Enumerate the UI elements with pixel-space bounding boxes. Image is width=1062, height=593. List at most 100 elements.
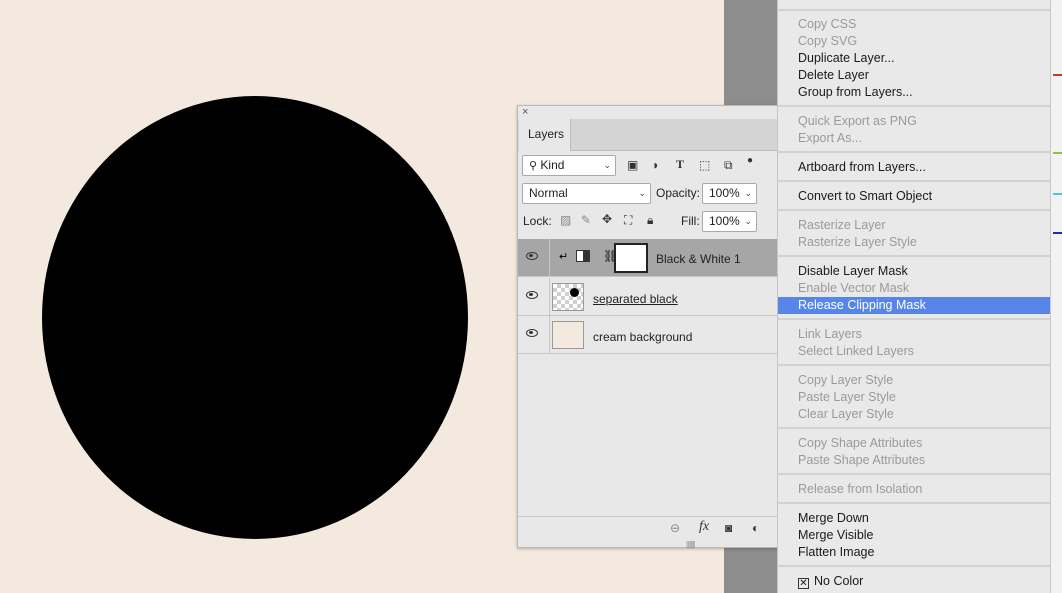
menu-item-flatten-image[interactable]: Flatten Image: [778, 544, 1050, 561]
menu-item-duplicate-layer[interactable]: Duplicate Layer...: [778, 50, 1050, 67]
menu-item-merge-down[interactable]: Merge Down: [778, 510, 1050, 527]
shape-filter-icon[interactable]: ⬚: [699, 158, 710, 172]
chevron-down-icon: ⌄: [638, 188, 646, 198]
lock-all-icon[interactable]: 🔒︎: [647, 213, 653, 227]
chevron-down-icon: ⌄: [744, 216, 752, 226]
menu-separator: [778, 9, 1050, 11]
menu-item-artboard-from-layers[interactable]: Artboard from Layers...: [778, 159, 1050, 176]
menu-separator: [778, 427, 1050, 429]
menu-item-copy-layer-style[interactable]: Copy Layer Style: [778, 372, 1050, 389]
layer-thumbnail[interactable]: [552, 321, 584, 349]
red-swatch-mark: [1053, 74, 1062, 76]
layer-mask-thumbnail[interactable]: [614, 243, 648, 273]
lock-position-icon[interactable]: ✥: [602, 212, 612, 226]
menu-item-merge-visible[interactable]: Merge Visible: [778, 527, 1050, 544]
menu-item-link-layers[interactable]: Link Layers: [778, 326, 1050, 343]
link-layers-icon[interactable]: ⊖: [670, 521, 680, 535]
adjustment-layer-icon: [576, 250, 590, 262]
layer-thumbnail[interactable]: [552, 283, 584, 311]
layer-filter-select[interactable]: ⚲ Kind ⌄: [522, 155, 616, 176]
new-adjustment-icon[interactable]: ◐: [752, 521, 759, 535]
menu-item-no-color[interactable]: ✕ No Color: [778, 573, 1050, 590]
menu-separator: [778, 209, 1050, 211]
menu-item-paste-layer-style[interactable]: Paste Layer Style: [778, 389, 1050, 406]
menu-item-release-clipping-mask[interactable]: Release Clipping Mask: [778, 297, 1050, 314]
tab-layers[interactable]: Layers: [519, 119, 571, 151]
no-color-x-icon: ✕: [798, 578, 809, 589]
add-mask-icon[interactable]: ◙: [725, 521, 732, 535]
green-swatch-mark: [1053, 152, 1062, 154]
menu-separator: [778, 151, 1050, 153]
fill-field[interactable]: 100% ⌄: [702, 211, 757, 232]
menu-item-copy-css[interactable]: Copy CSS: [778, 16, 1050, 33]
menu-item-paste-shape-attributes[interactable]: Paste Shape Attributes: [778, 452, 1050, 469]
menu-item-clear-layer-style[interactable]: Clear Layer Style: [778, 406, 1050, 423]
menu-item-label: No Color: [814, 574, 864, 588]
menu-item-copy-shape-attributes[interactable]: Copy Shape Attributes: [778, 435, 1050, 452]
menu-item-delete-layer[interactable]: Delete Layer: [778, 67, 1050, 84]
type-filter-icon[interactable]: T: [676, 157, 684, 171]
menu-separator: [778, 473, 1050, 475]
layer-name[interactable]: cream background: [593, 330, 692, 344]
menu-item-enable-vector-mask[interactable]: Enable Vector Mask: [778, 280, 1050, 297]
eye-column-divider: [549, 239, 550, 276]
adjustment-filter-icon[interactable]: ◑: [651, 158, 658, 172]
blend-mode-select[interactable]: Normal ⌄: [522, 183, 651, 204]
menu-item-rasterize-layer-style[interactable]: Rasterize Layer Style: [778, 234, 1050, 251]
menu-separator: [778, 180, 1050, 182]
search-icon: ⚲: [529, 160, 538, 172]
fill-label: Fill:: [681, 214, 700, 228]
eye-column-divider: [549, 316, 550, 353]
context-menu: Copy CSS Copy SVG Duplicate Layer... Del…: [777, 0, 1050, 593]
filter-toggle-icon[interactable]: ●: [747, 154, 753, 168]
menu-item-convert-smart-object[interactable]: Convert to Smart Object: [778, 188, 1050, 205]
menu-separator: [778, 502, 1050, 504]
menu-item-group-from-layers[interactable]: Group from Layers...: [778, 84, 1050, 101]
menu-item-disable-layer-mask[interactable]: Disable Layer Mask: [778, 263, 1050, 280]
black-dot-thumbnail: [570, 288, 579, 297]
layers-panel-footer: ⊖ fx ◙ ◐: [518, 516, 778, 539]
fx-icon[interactable]: fx: [699, 519, 709, 535]
clipping-arrow-icon: ↵: [559, 251, 569, 263]
menu-separator: [778, 364, 1050, 366]
menu-separator: [778, 105, 1050, 107]
smart-object-filter-icon[interactable]: ⧉: [724, 158, 733, 172]
layer-row-black-white[interactable]: ↵ ⛓︎ Black & White 1: [518, 239, 779, 277]
opacity-field[interactable]: 100% ⌄: [702, 183, 757, 204]
lock-label: Lock:: [523, 214, 552, 228]
menu-separator: [778, 318, 1050, 320]
chevron-down-icon: ⌄: [744, 188, 752, 198]
menu-item-copy-svg[interactable]: Copy SVG: [778, 33, 1050, 50]
right-panel-strip: [1050, 0, 1062, 593]
layer-name[interactable]: Black & White 1: [656, 252, 741, 266]
visibility-eye-icon[interactable]: [526, 329, 538, 337]
chevron-down-icon: ⌄: [603, 160, 611, 170]
menu-item-quick-export-png[interactable]: Quick Export as PNG: [778, 113, 1050, 130]
menu-item-select-linked-layers[interactable]: Select Linked Layers: [778, 343, 1050, 360]
lock-artboard-icon[interactable]: ⛶: [624, 213, 632, 227]
opacity-value: 100%: [709, 186, 740, 200]
lock-transparency-icon[interactable]: ▨: [560, 213, 571, 227]
layers-panel: × Layers ⚲ Kind ⌄ ▣ ◑ T ⬚ ⧉ ● Normal ⌄ O…: [517, 105, 779, 549]
visibility-eye-icon[interactable]: [526, 252, 538, 260]
filter-kind-label: Kind: [540, 158, 565, 172]
menu-item-rasterize-layer[interactable]: Rasterize Layer: [778, 217, 1050, 234]
opacity-label: Opacity:: [656, 186, 701, 200]
close-icon[interactable]: ×: [522, 106, 528, 118]
image-filter-icon[interactable]: ▣: [627, 158, 638, 172]
layer-name[interactable]: separated black: [593, 292, 678, 306]
lock-pixels-icon[interactable]: ✎: [581, 213, 591, 227]
layer-row-separated-black[interactable]: separated black: [518, 278, 779, 316]
cyan-swatch-mark: [1053, 193, 1062, 195]
menu-item-export-as[interactable]: Export As...: [778, 130, 1050, 147]
menu-item-release-from-isolation[interactable]: Release from Isolation: [778, 481, 1050, 498]
visibility-eye-icon[interactable]: [526, 291, 538, 299]
menu-separator: [778, 565, 1050, 567]
menu-separator: [778, 255, 1050, 257]
black-circle-shape: [42, 96, 468, 539]
blend-mode-value: Normal: [529, 186, 568, 200]
layer-row-cream-background[interactable]: cream background: [518, 316, 779, 354]
panel-tab-bar: Layers: [518, 119, 778, 151]
resize-grip-icon[interactable]: ||||||||: [686, 540, 696, 549]
eye-column-divider: [549, 278, 550, 315]
